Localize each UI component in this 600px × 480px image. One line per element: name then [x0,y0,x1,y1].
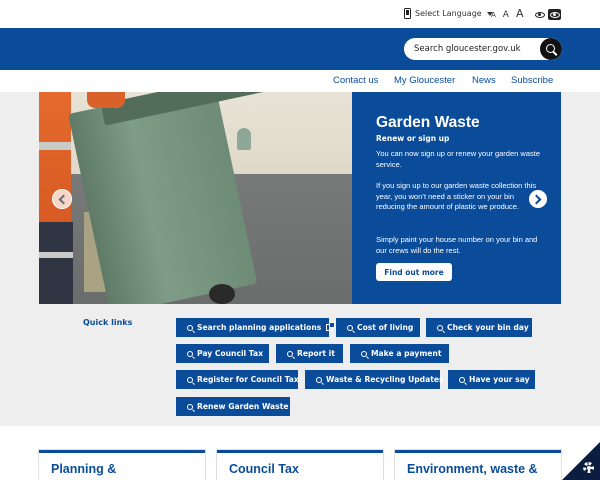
font-size-medium-button[interactable]: A [503,9,509,21]
council-crest-icon [237,128,251,150]
quick-link-register-council-tax[interactable]: Register for Council Tax [176,370,299,389]
hero-paragraph-1: You can now sign up or renew your garden… [376,149,540,169]
quick-link-pay-council-tax[interactable]: Pay Council Tax [176,344,269,363]
search-icon [347,324,353,331]
quick-link-check-bin-day[interactable]: Check your bin day [426,318,532,337]
quick-link-renew-garden-waste[interactable]: Renew Garden Waste [176,397,290,416]
search-icon [316,376,322,383]
card-planning[interactable]: Planning & [39,450,205,480]
standard-contrast-button[interactable] [533,9,546,20]
nav-subscribe[interactable]: Subscribe [511,75,553,86]
search-icon [437,324,443,331]
search-icon [361,350,367,357]
carousel-next-button[interactable] [528,189,548,209]
hero-paragraph-3: Simply paint your house number on your b… [376,235,538,255]
mobile-icon [404,8,411,19]
search-icon [187,324,193,331]
language-selector[interactable]: Select Language [404,8,493,19]
site-header [0,28,600,70]
search-icon [545,43,555,53]
search-box [404,38,562,60]
font-size-large-button[interactable]: A [516,8,524,20]
nav-news[interactable]: News [472,75,496,86]
font-size-controls: A A A [491,8,524,21]
search-input[interactable] [404,38,540,60]
quick-link-report-it[interactable]: Report it [276,344,343,363]
card-title: Council Tax [229,462,299,476]
search-icon [459,376,465,383]
chevron-right-icon [531,194,542,204]
quick-link-make-payment[interactable]: Make a payment [350,344,449,363]
font-size-small-button[interactable]: A [491,9,496,21]
eye-icon [549,11,560,18]
hero-paragraph-2: If you sign up to our garden waste colle… [376,181,537,211]
top-nav: Contact us My Gloucester News Subscribe [0,70,600,92]
chevron-left-icon [58,194,69,204]
search-icon [287,350,293,357]
search-button[interactable] [540,38,562,60]
card-title: Planning & [51,462,117,476]
eye-icon [534,11,545,18]
card-environment-waste[interactable]: Environment, waste & [395,450,561,480]
quick-links-heading: Quick links [83,318,133,327]
hero-image [39,92,352,304]
search-icon [187,350,193,357]
external-link-icon [326,322,336,331]
quick-link-have-your-say[interactable]: Have your say [448,370,535,389]
find-out-more-button[interactable]: Find out more [376,263,452,281]
language-label: Select Language [415,9,482,18]
hero-subtitle: Renew or sign up [376,134,450,143]
utility-bar: Select Language A A A [0,0,600,28]
cookie-settings-button[interactable] [562,442,600,480]
quick-link-cost-of-living[interactable]: Cost of living [336,318,420,337]
high-contrast-button[interactable] [548,9,561,20]
nav-contact-us[interactable]: Contact us [333,75,378,86]
card-title: Environment, waste & [407,462,538,476]
search-icon [187,403,193,410]
hero-title: Garden Waste [376,114,480,131]
search-icon [187,376,193,383]
quick-link-waste-recycling-updates[interactable]: Waste & Recycling Updates [305,370,444,389]
carousel-prev-button[interactable] [52,189,72,209]
card-council-tax[interactable]: Council Tax [217,450,383,480]
nav-my-gloucester[interactable]: My Gloucester [394,75,455,86]
gear-icon [583,462,594,473]
quick-link-search-planning[interactable]: Search planning applications [176,318,336,337]
